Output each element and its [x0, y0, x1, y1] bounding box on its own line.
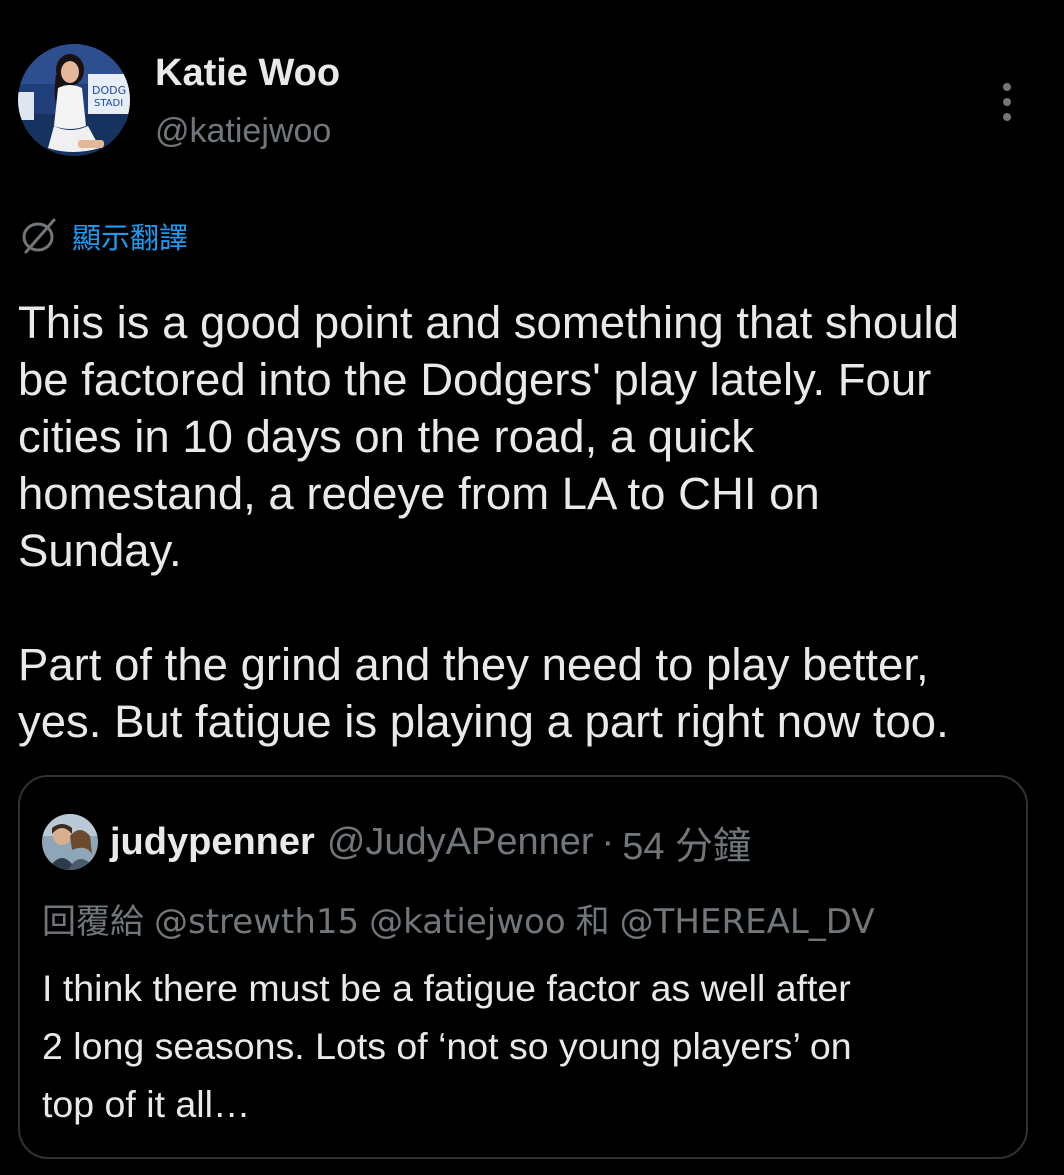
globe-translate-icon [22, 218, 56, 254]
svg-text:STADI: STADI [94, 98, 123, 109]
more-options-button[interactable] [990, 80, 1024, 124]
reply-mention-thereal-dv[interactable]: @THEREAL_DV [620, 902, 875, 942]
quoted-author-avatar[interactable] [42, 814, 98, 870]
replying-to-prefix: 回覆給 [42, 902, 144, 942]
replying-to-line: 回覆給 @strewth15 @katiejwoo 和 @THEREAL_DV [42, 894, 885, 943]
svg-text:DODG: DODG [92, 84, 126, 97]
separator-dot: · [601, 820, 615, 863]
reply-conjunction: 和 [575, 902, 610, 942]
reply-mention-katiejwoo[interactable]: @katiejwoo [369, 902, 565, 942]
quoted-tweet-card[interactable]: judypenner @JudyAPenner · 54 分鐘 回覆給 @stre… [18, 775, 1028, 1159]
quoted-author-name[interactable]: judypenner [110, 821, 315, 864]
quoted-tweet-timestamp[interactable]: 54 分鐘 [622, 815, 751, 870]
quoted-tweet-header: judypenner @JudyAPenner · 54 分鐘 [42, 814, 751, 870]
quoted-author-handle[interactable]: @JudyAPenner [327, 821, 594, 864]
author-handle[interactable]: @katiejwoo [155, 112, 331, 151]
author-name[interactable]: Katie Woo [155, 52, 340, 95]
author-avatar[interactable]: DODG STADI [18, 44, 130, 156]
more-vertical-icon [1003, 83, 1011, 121]
tweet-text: This is a good point and something that … [18, 297, 959, 747]
show-translation-label: 顯示翻譯 [72, 221, 189, 255]
show-translation-button[interactable]: 顯示翻譯 [20, 213, 188, 259]
reply-mention-strewth15[interactable]: @strewth15 [154, 902, 359, 942]
quoted-tweet-text: I think there must be a fatigue factor a… [42, 967, 852, 1125]
